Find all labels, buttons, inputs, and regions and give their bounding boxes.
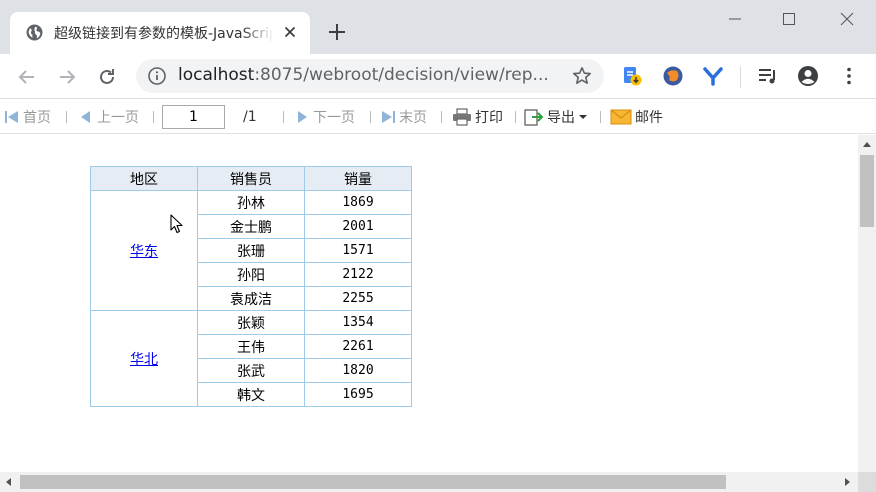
toolbar-separator xyxy=(283,111,284,123)
reload-icon[interactable] xyxy=(96,66,118,88)
mail-button[interactable]: 邮件 xyxy=(610,108,663,126)
quantity-cell: 1571 xyxy=(304,238,412,263)
salesperson-cell: 袁成洁 xyxy=(197,286,305,311)
scrollbar-corner xyxy=(858,472,876,492)
url-text[interactable]: localhost:8075/webroot/decision/view/rep… xyxy=(178,65,558,87)
salesperson-cell: 张珊 xyxy=(197,238,305,263)
scroll-up-arrow-icon[interactable] xyxy=(863,142,871,147)
prev-page-icon xyxy=(81,111,90,123)
quantity-cell: 2001 xyxy=(304,214,412,239)
globe-icon xyxy=(26,24,43,41)
toolbar-separator xyxy=(600,111,601,123)
last-page-button[interactable]: 末页 xyxy=(380,108,427,126)
region-cell: 华北 xyxy=(90,310,198,407)
table-row: 华东 孙林 1869 xyxy=(90,190,412,311)
printer-icon xyxy=(453,108,471,126)
mail-label: 邮件 xyxy=(635,110,663,126)
column-header-salesperson: 销售员 xyxy=(197,166,305,191)
salesperson-cell: 孙阳 xyxy=(197,262,305,287)
column-header-region: 地区 xyxy=(90,166,198,191)
region-cell: 华东 xyxy=(90,190,198,311)
page-number-input[interactable] xyxy=(162,105,225,129)
forward-arrow-icon[interactable] xyxy=(56,66,78,88)
vertical-scrollbar[interactable] xyxy=(858,135,876,472)
dropdown-caret-icon xyxy=(579,115,587,119)
back-arrow-icon[interactable] xyxy=(16,66,38,88)
column-header-quantity: 销量 xyxy=(304,166,412,191)
browser-toolbar: localhost:8075/webroot/decision/view/rep… xyxy=(0,54,876,99)
horizontal-scroll-thumb[interactable] xyxy=(20,475,726,489)
sales-report-table: 地区 销售员 销量 华东 孙林 1869 金士鹏 2001 张珊 1571 孙阳… xyxy=(90,166,412,407)
salesperson-cell: 韩文 xyxy=(197,382,305,407)
quantity-cell: 2255 xyxy=(304,286,412,311)
info-icon[interactable] xyxy=(148,67,166,85)
prev-page-label: 上一页 xyxy=(97,110,139,126)
print-label: 打印 xyxy=(475,110,503,126)
menu-kebab-icon[interactable] xyxy=(838,65,860,87)
report-toolbar: 首页 上一页 /1 下一页 末页 打印 xyxy=(0,100,876,134)
extension-y-icon[interactable] xyxy=(702,65,724,87)
tab-title: 超级链接到有参数的模板-JavaScript xyxy=(54,26,274,42)
scroll-right-arrow-icon[interactable] xyxy=(845,478,850,486)
region-link[interactable]: 华东 xyxy=(130,244,158,260)
bookmark-star-icon[interactable] xyxy=(572,66,592,86)
toolbar-separator xyxy=(153,111,154,123)
region-link[interactable]: 华北 xyxy=(130,352,158,368)
browser-tab[interactable]: 超级链接到有参数的模板-JavaScript xyxy=(10,12,310,54)
extension-fox-icon[interactable] xyxy=(662,65,684,87)
address-bar[interactable]: localhost:8075/webroot/decision/view/rep… xyxy=(136,59,604,93)
print-button[interactable]: 打印 xyxy=(452,108,503,126)
mouse-cursor-icon xyxy=(170,214,183,234)
toolbar-divider xyxy=(740,66,741,88)
mail-envelope-icon xyxy=(610,109,632,125)
first-page-icon xyxy=(5,111,18,123)
first-page-label: 首页 xyxy=(23,110,51,126)
vertical-scroll-thumb[interactable] xyxy=(860,155,874,227)
maximize-icon[interactable] xyxy=(780,10,798,28)
salesperson-cell: 金士鹏 xyxy=(197,214,305,239)
export-button[interactable]: 导出 xyxy=(524,108,591,126)
table-row: 华北 张颖 1354 xyxy=(90,310,412,407)
page-total: /1 xyxy=(243,109,257,125)
salesperson-cell: 张颖 xyxy=(197,310,305,335)
account-avatar-icon[interactable] xyxy=(797,65,819,87)
salesperson-cell: 张武 xyxy=(197,358,305,383)
table-header-row: 地区 销售员 销量 xyxy=(90,166,412,191)
quantity-cell: 2261 xyxy=(304,334,412,359)
last-page-icon xyxy=(382,111,395,123)
report-content: 地区 销售员 销量 华东 孙林 1869 金士鹏 2001 张珊 1571 孙阳… xyxy=(0,135,858,472)
extension-download-icon[interactable] xyxy=(621,65,643,87)
salesperson-cell: 孙林 xyxy=(197,190,305,215)
first-page-button[interactable]: 首页 xyxy=(4,108,51,126)
toolbar-separator xyxy=(515,111,516,123)
minimize-icon[interactable] xyxy=(726,10,744,28)
url-host: localhost xyxy=(178,65,255,85)
close-icon[interactable] xyxy=(282,24,298,40)
window-close-icon[interactable] xyxy=(838,10,856,28)
browser-titlebar: 超级链接到有参数的模板-JavaScript xyxy=(0,0,876,54)
horizontal-scrollbar[interactable] xyxy=(0,472,858,492)
salesperson-cell: 王伟 xyxy=(197,334,305,359)
last-page-label: 末页 xyxy=(399,110,427,126)
next-page-label: 下一页 xyxy=(313,110,355,126)
toolbar-separator xyxy=(370,111,371,123)
quantity-cell: 1354 xyxy=(304,310,412,335)
toolbar-separator xyxy=(441,111,442,123)
next-page-icon xyxy=(298,111,307,123)
new-tab-icon[interactable] xyxy=(327,22,347,42)
quantity-cell: 1869 xyxy=(304,190,412,215)
export-icon xyxy=(524,109,544,126)
prev-page-button[interactable]: 上一页 xyxy=(78,108,139,126)
media-queue-icon[interactable] xyxy=(757,65,779,87)
quantity-cell: 1695 xyxy=(304,382,412,407)
toolbar-separator xyxy=(66,111,67,123)
url-path: :8075/webroot/decision/view/rep... xyxy=(254,65,549,85)
export-label: 导出 xyxy=(547,110,575,126)
scroll-left-arrow-icon[interactable] xyxy=(6,478,11,486)
next-page-button[interactable]: 下一页 xyxy=(294,108,355,126)
quantity-cell: 1820 xyxy=(304,358,412,383)
quantity-cell: 2122 xyxy=(304,262,412,287)
